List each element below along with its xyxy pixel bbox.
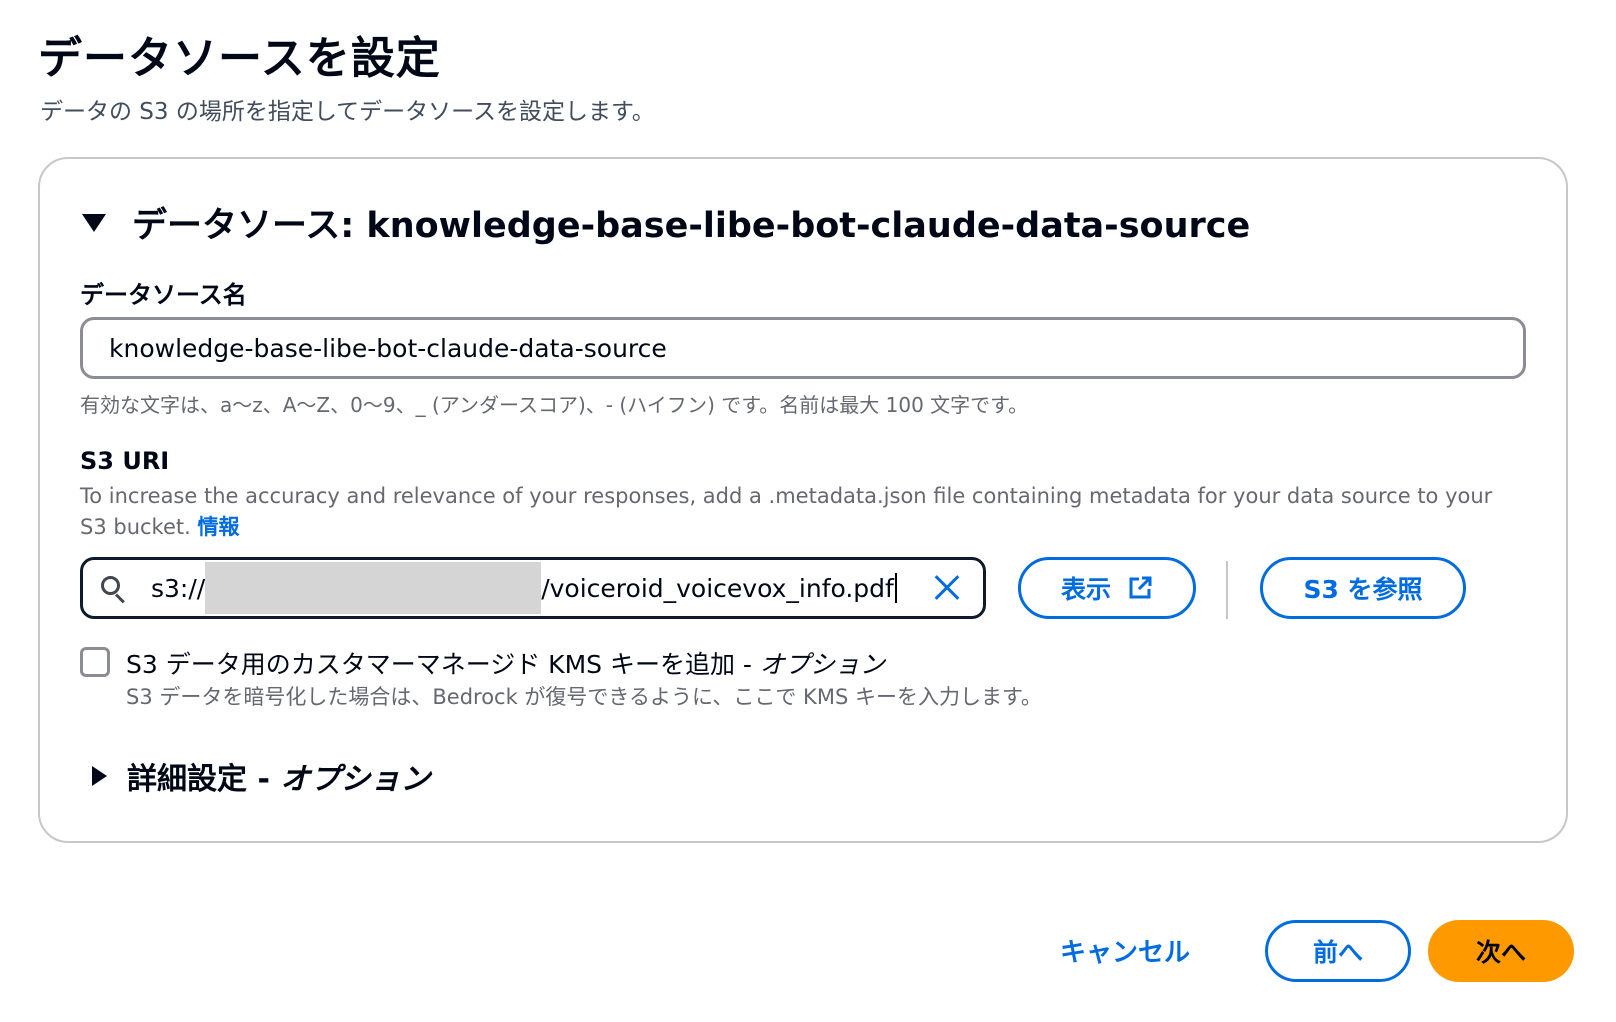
- previous-button[interactable]: 前へ: [1265, 920, 1411, 982]
- s3-description-text: To increase the accuracy and relevance o…: [80, 484, 1493, 539]
- kms-key-checkbox[interactable]: [80, 647, 110, 677]
- kms-checkbox-label[interactable]: S3 データ用のカスタマーマネージド KMS キーを追加 - オプション: [126, 645, 885, 681]
- text-cursor: [894, 573, 897, 603]
- advanced-optional-text: オプション: [280, 762, 431, 797]
- s3-uri-suffix: /voiceroid_voicevox_info.pdf: [541, 573, 894, 603]
- browse-s3-button[interactable]: S3 を参照: [1260, 557, 1466, 619]
- divider: [1226, 561, 1228, 619]
- data-source-name-hint: 有効な文字は、a〜z、A〜Z、0〜9、_ (アンダースコア)、- (ハイフン) …: [80, 393, 1029, 417]
- s3-uri-label: S3 URI: [80, 447, 170, 475]
- page-subtitle: データの S3 の場所を指定してデータソースを設定します。: [40, 99, 655, 125]
- cancel-button[interactable]: キャンセル: [1060, 932, 1190, 969]
- view-button-label: 表示: [1060, 575, 1111, 604]
- info-link[interactable]: 情報: [197, 515, 239, 539]
- page-title: データソースを設定: [38, 33, 441, 84]
- search-icon: [101, 576, 125, 604]
- next-button[interactable]: 次へ: [1428, 920, 1574, 982]
- page: データソースを設定 データの S3 の場所を指定してデータソースを設定します。 …: [0, 0, 1616, 1022]
- kms-optional-text: オプション: [759, 650, 885, 679]
- view-button[interactable]: 表示: [1018, 557, 1196, 619]
- close-icon[interactable]: [929, 570, 965, 606]
- data-source-section-toggle[interactable]: データソース: knowledge-base-libe-bot-claude-d…: [82, 197, 1250, 248]
- caret-right-icon: [92, 766, 107, 786]
- data-source-name-input[interactable]: [80, 317, 1526, 379]
- section-title: データソース: knowledge-base-libe-bot-claude-d…: [132, 206, 1251, 246]
- external-link-icon: [1129, 576, 1152, 599]
- kms-description: S3 データを暗号化した場合は、Bedrock が復号できるように、ここで KM…: [126, 685, 1042, 709]
- s3-uri-prefix: s3://: [151, 573, 206, 603]
- kms-label-text: S3 データ用のカスタマーマネージド KMS キーを追加 -: [126, 650, 760, 679]
- data-source-name-label: データソース名: [80, 281, 247, 309]
- s3-uri-input[interactable]: s3:// /voiceroid_voicevox_info.pdf: [80, 557, 986, 619]
- s3-uri-description: To increase the accuracy and relevance o…: [80, 481, 1500, 543]
- redacted-bucket-name: [205, 562, 542, 614]
- advanced-settings-toggle[interactable]: 詳細設定 - オプション: [92, 754, 430, 798]
- advanced-settings-title: 詳細設定 - オプション: [127, 754, 430, 798]
- advanced-title-text: 詳細設定 -: [127, 762, 281, 797]
- data-source-panel: データソース: knowledge-base-libe-bot-claude-d…: [38, 157, 1568, 843]
- caret-down-icon: [82, 213, 106, 232]
